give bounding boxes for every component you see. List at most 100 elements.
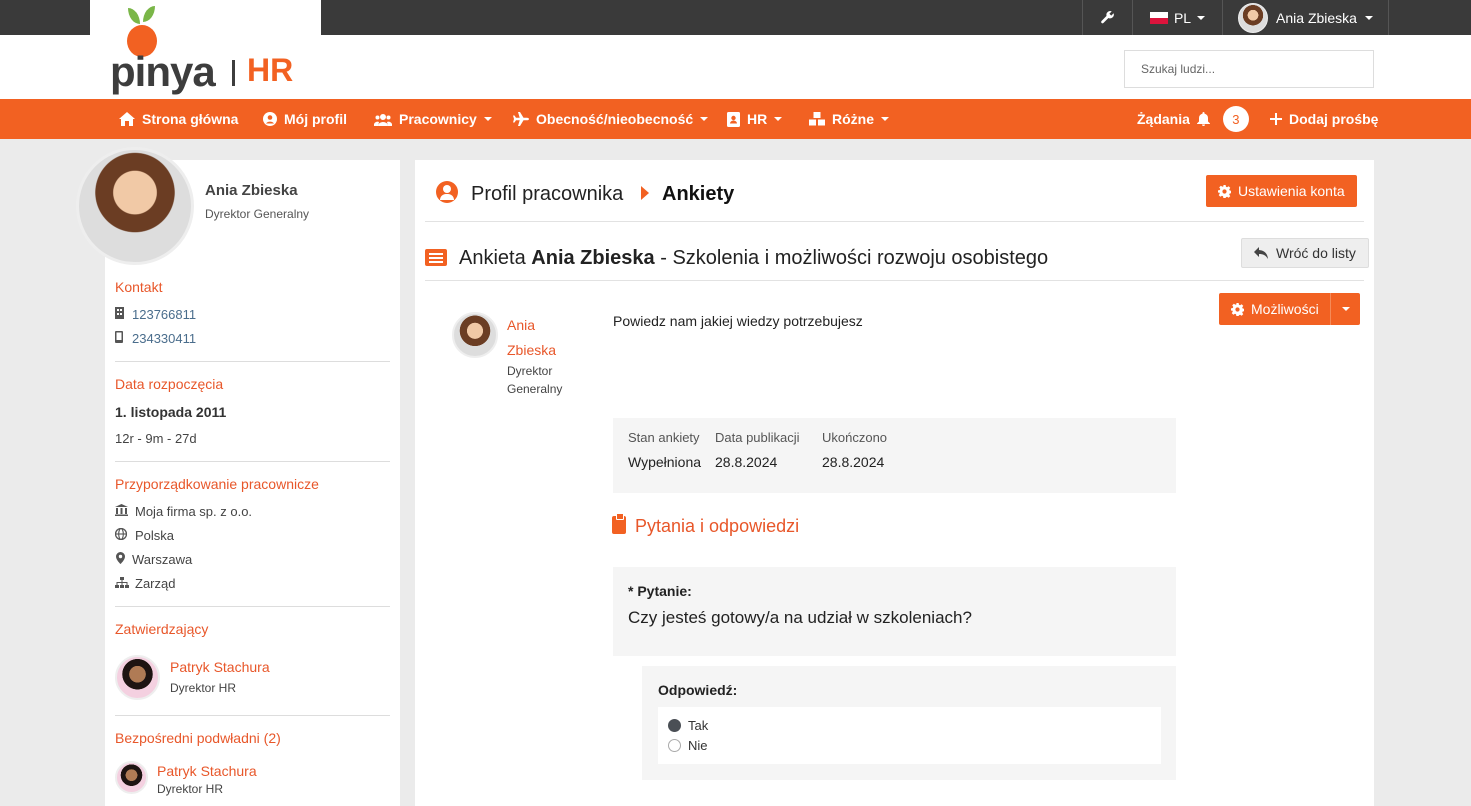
question-text: Czy jesteś gotowy/a na udział w szkoleni… xyxy=(628,608,972,627)
chevron-down-icon xyxy=(1341,307,1350,311)
chevron-down-icon xyxy=(1197,15,1206,20)
divider xyxy=(115,715,390,716)
nav-requests[interactable]: Żądania 3 xyxy=(1137,99,1249,139)
answer-options xyxy=(658,707,1161,764)
user-circle-icon xyxy=(263,112,277,126)
divider xyxy=(115,606,390,607)
nav-item-home[interactable]: Strona główna xyxy=(119,99,238,139)
approver-avatar xyxy=(115,655,160,700)
answer-option-label: Tak xyxy=(688,718,709,733)
nav-item-attendance[interactable]: Obecność/nieobecność xyxy=(513,99,709,139)
survey-title-suffix: - Szkolenia i możliwości rozwoju osobist… xyxy=(660,247,1049,269)
users-icon xyxy=(374,113,392,126)
phone-link[interactable]: 123766811 xyxy=(132,307,196,322)
approver-name[interactable]: Patryk Stachura xyxy=(170,659,270,675)
answer-radio-no[interactable] xyxy=(668,739,681,752)
requests-count-badge: 3 xyxy=(1222,106,1249,132)
divider xyxy=(115,361,390,362)
divider xyxy=(425,221,1364,222)
assignment-section-title: Przyporządkowanie pracownicze xyxy=(115,476,319,492)
add-request-label: Dodaj prośbę xyxy=(1289,111,1379,127)
completed-value: 28.8.2024 xyxy=(822,454,885,470)
add-request-button[interactable]: Dodaj prośbę xyxy=(1270,99,1378,139)
sitemap-icon xyxy=(115,577,129,588)
user-circle-icon xyxy=(436,181,458,203)
company: Moja firma sp. z o.o. xyxy=(135,504,253,519)
profile-role: Dyrektor Generalny xyxy=(205,207,310,221)
user-menu[interactable]: Ania Zbieska xyxy=(1222,0,1389,35)
plus-icon xyxy=(1270,113,1282,125)
chevron-down-icon xyxy=(881,117,889,121)
back-to-list-button[interactable]: Wróć do listy xyxy=(1241,238,1369,268)
chevron-down-icon xyxy=(774,117,783,121)
start-date: 1. listopada 2011 xyxy=(115,404,227,420)
start-date-section-title: Data rozpoczęcia xyxy=(115,376,224,392)
published-value: 28.8.2024 xyxy=(715,454,778,470)
tenure: 12r - 9m - 27d xyxy=(115,431,197,446)
building-icon xyxy=(115,307,124,319)
map-marker-icon xyxy=(116,552,125,564)
options-label: Możliwości xyxy=(1251,301,1319,317)
globe-icon xyxy=(115,528,127,540)
chevron-down-icon xyxy=(1364,15,1373,20)
people-search-input[interactable] xyxy=(1124,50,1374,88)
status-value: Wypełniona xyxy=(628,454,702,470)
question-label: * Pytanie: xyxy=(628,583,692,599)
account-settings-button[interactable]: Ustawienia konta xyxy=(1206,175,1357,207)
caret-right-icon xyxy=(641,186,649,200)
answer-radio-yes[interactable] xyxy=(668,719,681,732)
options-dropdown-button[interactable]: Możliwości xyxy=(1219,293,1360,325)
chevron-down-icon xyxy=(483,117,492,121)
poland-flag-icon xyxy=(1149,11,1168,24)
bank-icon xyxy=(115,504,128,516)
gear-icon xyxy=(1231,302,1244,316)
subordinates-section-title: Bezpośredni podwładni (2) xyxy=(115,730,281,746)
plane-icon xyxy=(513,112,529,126)
status-label: Stan ankiety xyxy=(628,430,700,445)
breadcrumb-parent[interactable]: Profil pracownika xyxy=(471,183,623,206)
nav-item-misc[interactable]: Różne xyxy=(809,99,889,139)
nav-label: Strona główna xyxy=(142,111,239,127)
bell-icon xyxy=(1196,112,1210,126)
author-avatar xyxy=(452,312,498,358)
gear-icon xyxy=(1218,184,1231,198)
subordinate-avatar xyxy=(115,761,148,794)
survey-title-person: Ania Zbieska xyxy=(531,247,655,269)
back-to-list-label: Wróć do listy xyxy=(1276,245,1356,261)
logo-text: pinya xyxy=(110,48,216,95)
user-name: Ania Zbieska xyxy=(1276,9,1357,26)
survey-title: Ankieta Ania Zbieska - Szkolenia i możli… xyxy=(459,247,1048,270)
qa-section-title: Pytania i odpowiedzi xyxy=(635,516,800,536)
nav-item-hr[interactable]: HR xyxy=(727,99,783,139)
divider xyxy=(425,280,1364,281)
nav-item-my-profile[interactable]: Mój profil xyxy=(263,99,347,139)
nav-item-employees[interactable]: Pracownicy xyxy=(374,99,492,139)
survey-description: Powiedz nam jakiej wiedzy potrzebujesz xyxy=(613,313,863,329)
department: Zarząd xyxy=(135,576,176,591)
published-label: Data publikacji xyxy=(715,430,800,445)
logo-separator xyxy=(232,60,235,86)
mobile-link[interactable]: 234330411 xyxy=(132,331,196,346)
main-nav: Strona główna Mój profil Pracownicy Obec… xyxy=(0,99,1471,139)
contact-section-title: Kontakt xyxy=(115,279,163,295)
cubes-icon xyxy=(809,112,825,126)
chevron-down-icon xyxy=(700,117,709,121)
settings-wrench-button[interactable] xyxy=(1082,0,1132,35)
reply-icon xyxy=(1254,247,1268,259)
answer-label: Odpowiedź: xyxy=(658,682,738,698)
id-card-icon xyxy=(727,111,740,127)
author-role: Dyrektor Generalny xyxy=(507,364,563,396)
requests-label: Żądania xyxy=(1137,111,1190,127)
clipboard-icon xyxy=(612,513,626,534)
user-avatar xyxy=(1238,2,1269,33)
breadcrumb-current: Ankiety xyxy=(662,183,735,205)
subordinate-role: Dyrektor HR xyxy=(157,782,224,796)
completed-label: Ukończono xyxy=(822,430,888,445)
language-selector[interactable]: PL xyxy=(1132,0,1222,35)
country: Polska xyxy=(135,528,175,543)
answer-option-label: Nie xyxy=(688,738,708,753)
subordinate-name[interactable]: Patryk Stachura xyxy=(157,763,257,779)
language-label: PL xyxy=(1173,9,1192,26)
author-name[interactable]: Ania Zbieska xyxy=(507,313,577,363)
home-icon xyxy=(119,112,135,126)
